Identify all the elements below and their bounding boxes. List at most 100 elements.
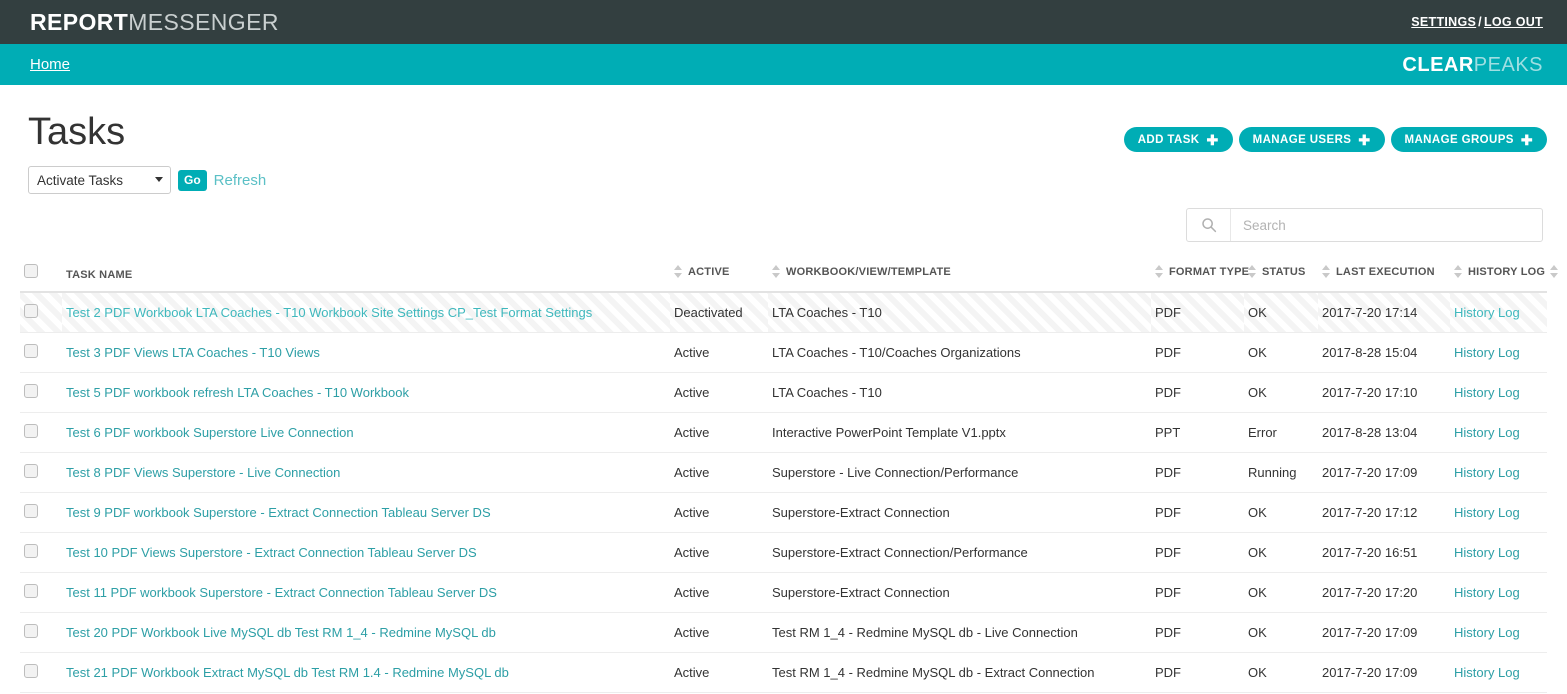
cell-active: Active: [670, 452, 768, 493]
search-box[interactable]: [1186, 208, 1543, 242]
column-header-last-execution[interactable]: LAST EXECUTION: [1318, 256, 1450, 293]
cell-active: Active: [670, 652, 768, 693]
row-select-cell: [20, 492, 62, 533]
table-row: Test 3 PDF Views LTA Coaches - T10 Views…: [20, 332, 1547, 373]
cell-task-name: Test 6 PDF workbook Superstore Live Conn…: [62, 412, 670, 453]
cell-workbook: LTA Coaches - T10: [768, 372, 1151, 413]
task-name-link[interactable]: Test 2 PDF Workbook LTA Coaches - T10 Wo…: [66, 305, 592, 320]
top-right-nav: SETTINGS / LOG OUT: [1411, 15, 1543, 29]
row-select-cell: [20, 412, 62, 453]
cell-workbook: Superstore-Extract Connection: [768, 572, 1151, 613]
task-name-link[interactable]: Test 20 PDF Workbook Live MySQL db Test …: [66, 625, 496, 640]
sort-arrows-icon[interactable]: [674, 265, 683, 278]
history-log-link[interactable]: History Log: [1454, 345, 1520, 360]
page-title-row: Tasks ADD TASK ✚ MANAGE USERS ✚ MANAGE G…: [20, 85, 1547, 152]
history-log-link[interactable]: History Log: [1454, 625, 1520, 640]
manage-groups-button[interactable]: MANAGE GROUPS ✚: [1390, 127, 1547, 152]
column-label-active: ACTIVE: [688, 265, 730, 278]
cell-task-name: Test 3 PDF Views LTA Coaches - T10 Views: [62, 332, 670, 373]
search-input[interactable]: [1231, 209, 1542, 241]
plus-icon: ✚: [1206, 131, 1219, 148]
task-name-link[interactable]: Test 3 PDF Views LTA Coaches - T10 Views: [66, 345, 320, 360]
sort-arrows-icon[interactable]: [1322, 265, 1331, 278]
row-checkbox[interactable]: [24, 544, 38, 558]
brand-light-text: PEAKS: [1473, 53, 1543, 76]
column-header-active[interactable]: ACTIVE: [670, 256, 768, 293]
history-log-link[interactable]: History Log: [1454, 545, 1520, 560]
row-checkbox[interactable]: [24, 664, 38, 678]
row-checkbox[interactable]: [24, 464, 38, 478]
column-label-status: STATUS: [1262, 265, 1306, 278]
manage-users-button[interactable]: MANAGE USERS ✚: [1238, 127, 1385, 152]
row-select-cell: [20, 612, 62, 653]
task-name-link[interactable]: Test 9 PDF workbook Superstore - Extract…: [66, 505, 491, 520]
cell-format-type: PDF: [1151, 612, 1244, 653]
cell-task-name: Test 8 PDF Views Superstore - Live Conne…: [62, 452, 670, 493]
history-log-link[interactable]: History Log: [1454, 465, 1520, 480]
cell-status: OK: [1244, 292, 1318, 333]
column-header-workbook[interactable]: WORKBOOK/VIEW/TEMPLATE: [768, 256, 1151, 293]
sort-arrows-icon[interactable]: [1248, 265, 1257, 278]
column-label-workbook: WORKBOOK/VIEW/TEMPLATE: [786, 265, 951, 278]
task-name-link[interactable]: Test 5 PDF workbook refresh LTA Coaches …: [66, 385, 409, 400]
select-all-checkbox[interactable]: [24, 264, 38, 278]
logo-light-text: MESSENGER: [128, 8, 279, 35]
table-row: Test 21 PDF Workbook Extract MySQL db Te…: [20, 652, 1547, 693]
cell-history-log: History Log: [1450, 372, 1547, 413]
row-checkbox[interactable]: [24, 584, 38, 598]
row-checkbox[interactable]: [24, 424, 38, 438]
settings-link[interactable]: SETTINGS: [1411, 15, 1476, 29]
task-name-link[interactable]: Test 11 PDF workbook Superstore - Extrac…: [66, 585, 497, 600]
history-log-link[interactable]: History Log: [1454, 385, 1520, 400]
bulk-action-select-wrapper: Activate Tasks: [28, 166, 171, 194]
breadcrumb-home-link[interactable]: Home: [30, 56, 70, 73]
sort-arrows-icon[interactable]: [1155, 265, 1164, 278]
sort-arrows-icon[interactable]: [1550, 265, 1559, 278]
add-task-button[interactable]: ADD TASK ✚: [1123, 127, 1233, 152]
manage-groups-label: MANAGE GROUPS: [1404, 133, 1514, 146]
cell-active: Active: [670, 612, 768, 653]
row-checkbox[interactable]: [24, 624, 38, 638]
task-name-link[interactable]: Test 6 PDF workbook Superstore Live Conn…: [66, 425, 354, 440]
cell-status: Running: [1244, 452, 1318, 493]
column-header-format-type[interactable]: FORMAT TYPE: [1151, 256, 1249, 293]
row-checkbox[interactable]: [24, 504, 38, 518]
column-header-status[interactable]: STATUS: [1244, 256, 1318, 293]
task-name-link[interactable]: Test 21 PDF Workbook Extract MySQL db Te…: [66, 665, 509, 680]
history-log-link[interactable]: History Log: [1454, 425, 1520, 440]
row-checkbox[interactable]: [24, 384, 38, 398]
bulk-action-select[interactable]: Activate Tasks: [28, 166, 171, 194]
cell-workbook: Interactive PowerPoint Template V1.pptx: [768, 412, 1151, 453]
cell-history-log: History Log: [1450, 652, 1547, 693]
cell-workbook: Superstore-Extract Connection/Performanc…: [768, 532, 1151, 573]
row-checkbox[interactable]: [24, 304, 38, 318]
page-action-buttons: ADD TASK ✚ MANAGE USERS ✚ MANAGE GROUPS …: [1123, 127, 1547, 152]
column-header-task-name[interactable]: TASK NAME: [62, 256, 670, 293]
logout-link[interactable]: LOG OUT: [1484, 15, 1543, 29]
row-select-cell: [20, 572, 62, 613]
task-name-link[interactable]: Test 10 PDF Views Superstore - Extract C…: [66, 545, 477, 560]
row-checkbox[interactable]: [24, 344, 38, 358]
table-row: Test 9 PDF workbook Superstore - Extract…: [20, 492, 1547, 533]
column-label-format-type: FORMAT TYPE: [1169, 265, 1250, 278]
cell-last-execution: 2017-7-20 17:09: [1318, 652, 1450, 693]
bulk-action-toolbar: Activate Tasks Go Refresh: [28, 166, 1547, 194]
history-log-link[interactable]: History Log: [1454, 585, 1520, 600]
cell-active: Active: [670, 492, 768, 533]
refresh-link[interactable]: Refresh: [214, 172, 267, 189]
go-button[interactable]: Go: [178, 169, 207, 191]
top-header-bar: REPORTMESSENGER SETTINGS / LOG OUT: [0, 0, 1567, 44]
history-log-link[interactable]: History Log: [1454, 305, 1520, 320]
column-header-history-log[interactable]: HISTORY LOG: [1450, 256, 1559, 293]
cell-status: OK: [1244, 332, 1318, 373]
history-log-link[interactable]: History Log: [1454, 505, 1520, 520]
row-select-cell: [20, 292, 62, 333]
cell-task-name: Test 2 PDF Workbook LTA Coaches - T10 Wo…: [62, 292, 670, 333]
task-name-link[interactable]: Test 8 PDF Views Superstore - Live Conne…: [66, 465, 340, 480]
history-log-link[interactable]: History Log: [1454, 665, 1520, 680]
search-icon: [1187, 209, 1231, 241]
cell-history-log: History Log: [1450, 492, 1547, 533]
cell-last-execution: 2017-7-20 16:51: [1318, 532, 1450, 573]
sort-arrows-icon[interactable]: [1454, 265, 1463, 278]
sort-arrows-icon[interactable]: [772, 265, 781, 278]
